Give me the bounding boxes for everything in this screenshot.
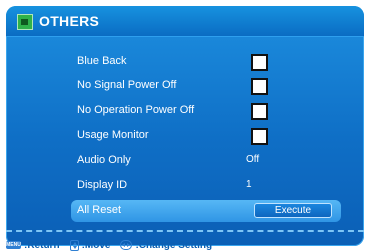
return-hint: :Return [24, 239, 60, 251]
others-menu-icon [17, 14, 33, 30]
up-down-key-icon [69, 239, 79, 251]
usage-monitor-checkbox[interactable] [251, 128, 268, 145]
menu-item-label: Audio Only [77, 154, 131, 166]
menu-item-label: Usage Monitor [77, 129, 149, 141]
menu-title: OTHERS [39, 13, 100, 29]
blue-back-checkbox[interactable] [251, 54, 268, 71]
change-setting-hint: :Change Setting [135, 239, 213, 251]
menu-item-label: Display ID [77, 179, 128, 191]
menu-key-icon: MENU [6, 241, 21, 249]
menu-item-label: All Reset [77, 204, 122, 216]
menu-item-usage-monitor[interactable]: Usage Monitor [71, 125, 341, 147]
menu-item-label: Blue Back [77, 55, 127, 67]
menu-item-display-id[interactable]: Display ID 1 [71, 175, 341, 197]
menu-item-no-operation-power-off[interactable]: No Operation Power Off [71, 100, 341, 122]
osd-menu-panel: OTHERS Blue Back No Signal Power Off No … [6, 6, 364, 246]
key-guide: MENU :Return :Move :Change Setting [6, 238, 212, 252]
menu-item-audio-only[interactable]: Audio Only Off [71, 150, 341, 172]
no-operation-power-off-checkbox[interactable] [251, 103, 268, 120]
move-hint: :Move [81, 239, 111, 251]
menu-item-label: No Signal Power Off [77, 79, 177, 91]
audio-only-value: Off [246, 154, 260, 165]
menu-item-blue-back[interactable]: Blue Back [71, 51, 341, 73]
display-id-value: 1 [246, 179, 252, 190]
menu-item-all-reset[interactable]: All Reset Execute [71, 200, 341, 222]
execute-button[interactable]: Execute [254, 203, 332, 218]
no-signal-power-off-checkbox[interactable] [251, 78, 268, 95]
left-right-key-icon [120, 240, 133, 250]
menu-item-label: No Operation Power Off [77, 104, 195, 116]
footer-divider [6, 230, 364, 232]
menu-item-no-signal-power-off[interactable]: No Signal Power Off [71, 75, 341, 97]
menu-header: OTHERS [6, 6, 364, 37]
